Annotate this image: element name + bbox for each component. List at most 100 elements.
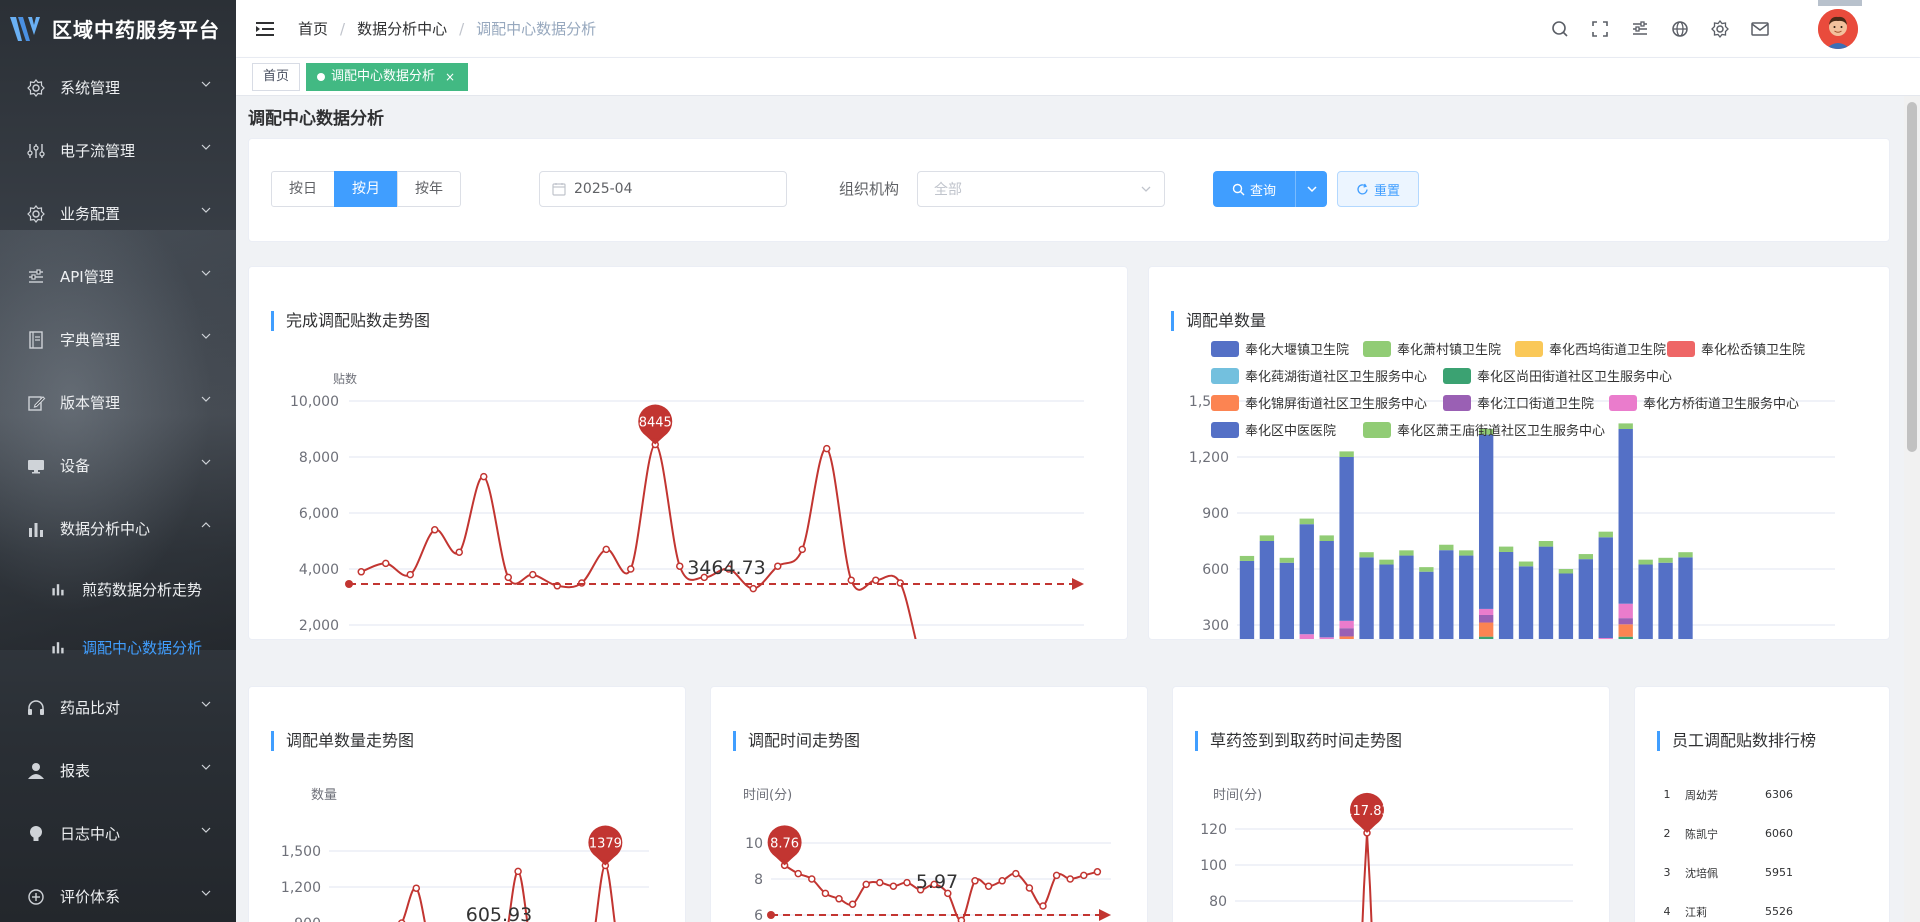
data-point <box>382 559 390 568</box>
sidebar-subitem-1[interactable]: 调配中心数据分析 <box>0 618 236 676</box>
brand: 区域中药服务平台 <box>0 0 236 56</box>
sidebar-item-label: 数据分析中心 <box>60 520 151 538</box>
data-point <box>431 526 439 534</box>
sidebar-item-label: 电子流管理 <box>60 142 136 160</box>
y-tick-label: 4,000 <box>299 562 339 578</box>
ranking-row: 4 江莉 5526 <box>1657 892 1887 922</box>
tag-active[interactable]: 调配中心数据分析 × <box>306 62 469 91</box>
sidebar-item-6[interactable]: 设备 <box>0 434 236 497</box>
breadcrumb-separator: / <box>459 19 465 38</box>
sidebar-item-11[interactable]: 评价体系 <box>0 865 236 922</box>
rank-value: 5951 <box>1765 866 1793 879</box>
sidebar-item-2[interactable]: 业务配置 <box>0 182 236 245</box>
fullscreen-icon[interactable] <box>1590 19 1610 39</box>
scrollbar[interactable] <box>1904 96 1920 922</box>
legend-swatch <box>1363 341 1391 357</box>
y-tick-label: 80 <box>1209 894 1227 910</box>
data-point <box>504 573 512 582</box>
query-button[interactable]: 查询 <box>1213 171 1295 207</box>
bar-segment <box>1618 423 1633 429</box>
query-dropdown-button[interactable] <box>1295 171 1327 207</box>
data-point <box>1066 875 1074 883</box>
breadcrumb-home[interactable]: 首页 <box>298 18 328 39</box>
sidebar-item-10[interactable]: 日志中心 <box>0 802 236 865</box>
breadcrumb-analysis[interactable]: 数据分析中心 <box>357 18 447 39</box>
average-line-arrow <box>1099 909 1111 921</box>
settings-sliders-icon[interactable] <box>1630 19 1650 39</box>
card-checkin-pickup-time-trend: 草药签到到取药时间走势图 时间(分)6080100120117.83 <box>1172 686 1610 922</box>
sidebar-subitem-label: 煎药数据分析走势 <box>82 580 203 599</box>
bar-segment <box>1478 434 1494 609</box>
data-point <box>798 545 806 554</box>
main-content: 调配中心数据分析 按日 按月 按年 2025-04 组织机构 全部 查询 重置 … <box>236 96 1920 922</box>
mode-day-button[interactable]: 按日 <box>271 171 335 207</box>
mode-month-button[interactable]: 按月 <box>334 171 398 207</box>
sidebar-item-1[interactable]: 电子流管理 <box>0 119 236 182</box>
bar-segment <box>1558 573 1574 639</box>
sidebar-item-label: 业务配置 <box>60 205 121 223</box>
bar-segment <box>1538 541 1554 547</box>
bar-segment <box>1538 546 1554 639</box>
logo-icon <box>10 17 40 41</box>
org-placeholder: 全部 <box>934 182 962 198</box>
bar-segment <box>1339 620 1354 629</box>
legend-swatch <box>1515 341 1543 357</box>
sidebar-item-4[interactable]: 字典管理 <box>0 308 236 371</box>
chevron-down-icon <box>201 333 211 339</box>
bar-segment <box>1498 546 1514 552</box>
legend-swatch <box>1211 368 1239 384</box>
chevron-down-icon <box>201 396 211 402</box>
bar-segment <box>1518 561 1534 567</box>
close-icon[interactable]: × <box>445 64 455 90</box>
filter-card: 按日 按月 按年 2025-04 组织机构 全部 查询 重置 <box>248 138 1890 242</box>
bar-segment <box>1259 541 1275 639</box>
mode-year-button[interactable]: 按年 <box>397 171 461 207</box>
chevron-down-icon <box>1306 186 1317 193</box>
sidebar-item-7[interactable]: 数据分析中心 <box>0 497 236 560</box>
sidebar-item-8[interactable]: 药品比对 <box>0 676 236 739</box>
sidebar-item-label: 日志中心 <box>60 825 121 843</box>
sidebar-item-9[interactable]: 报表 <box>0 739 236 802</box>
chevron-down-icon <box>201 207 211 213</box>
average-line-arrow <box>1072 577 1084 590</box>
markpoint-label: 117.83 <box>1344 804 1390 819</box>
sidebar-item-0[interactable]: 系统管理 <box>0 56 236 119</box>
sidebar-item-5[interactable]: 版本管理 <box>0 371 236 434</box>
rank-number: 2 <box>1663 827 1671 840</box>
sidebar-item-label: 版本管理 <box>60 394 121 412</box>
gear-icon[interactable] <box>1710 19 1730 39</box>
org-select[interactable]: 全部 <box>917 171 1165 207</box>
y-axis-title: 数量 <box>311 788 337 803</box>
data-point <box>794 869 802 878</box>
bar-segment <box>1359 552 1374 558</box>
y-tick-label: 8,000 <box>299 450 339 466</box>
sidebar-item-label: 药品比对 <box>60 699 121 717</box>
scrollbar-thumb[interactable] <box>1907 102 1917 452</box>
bar-segment <box>1618 636 1633 639</box>
rank-name: 沈培佩 <box>1685 866 1718 880</box>
reset-label: 重置 <box>1373 183 1400 199</box>
data-point <box>821 889 830 898</box>
month-picker[interactable]: 2025-04 <box>539 171 787 207</box>
globe-icon[interactable] <box>1670 19 1690 39</box>
bar-segment <box>1598 537 1613 638</box>
sidebar-item-3[interactable]: API管理 <box>0 245 236 308</box>
bar-segment <box>1478 608 1494 615</box>
bar-segment <box>1578 554 1594 560</box>
data-point <box>971 877 979 885</box>
legend-label: 奉化方桥街道卫生服务中心 <box>1643 396 1799 412</box>
average-label: 3464.73 <box>687 557 766 579</box>
sidebar-subitem-0[interactable]: 煎药数据分析走势 <box>0 560 236 618</box>
bar-segment <box>1399 550 1414 556</box>
mail-icon[interactable] <box>1750 19 1770 39</box>
user-avatar[interactable] <box>1818 9 1858 49</box>
search-icon[interactable] <box>1550 19 1570 39</box>
bar-segment <box>1299 524 1314 635</box>
y-axis-title: 贴数 <box>333 371 357 386</box>
tag-home[interactable]: 首页 <box>252 62 301 91</box>
chevron-down-icon <box>201 827 211 833</box>
chart-dispense-time: 时间(分) 6 8 10 5.97 8.76 <box>743 788 1111 922</box>
reset-button[interactable]: 重置 <box>1337 171 1419 207</box>
hamburger-icon[interactable] <box>254 18 276 40</box>
legend-label: 奉化萧村镇卫生院 <box>1397 343 1501 358</box>
